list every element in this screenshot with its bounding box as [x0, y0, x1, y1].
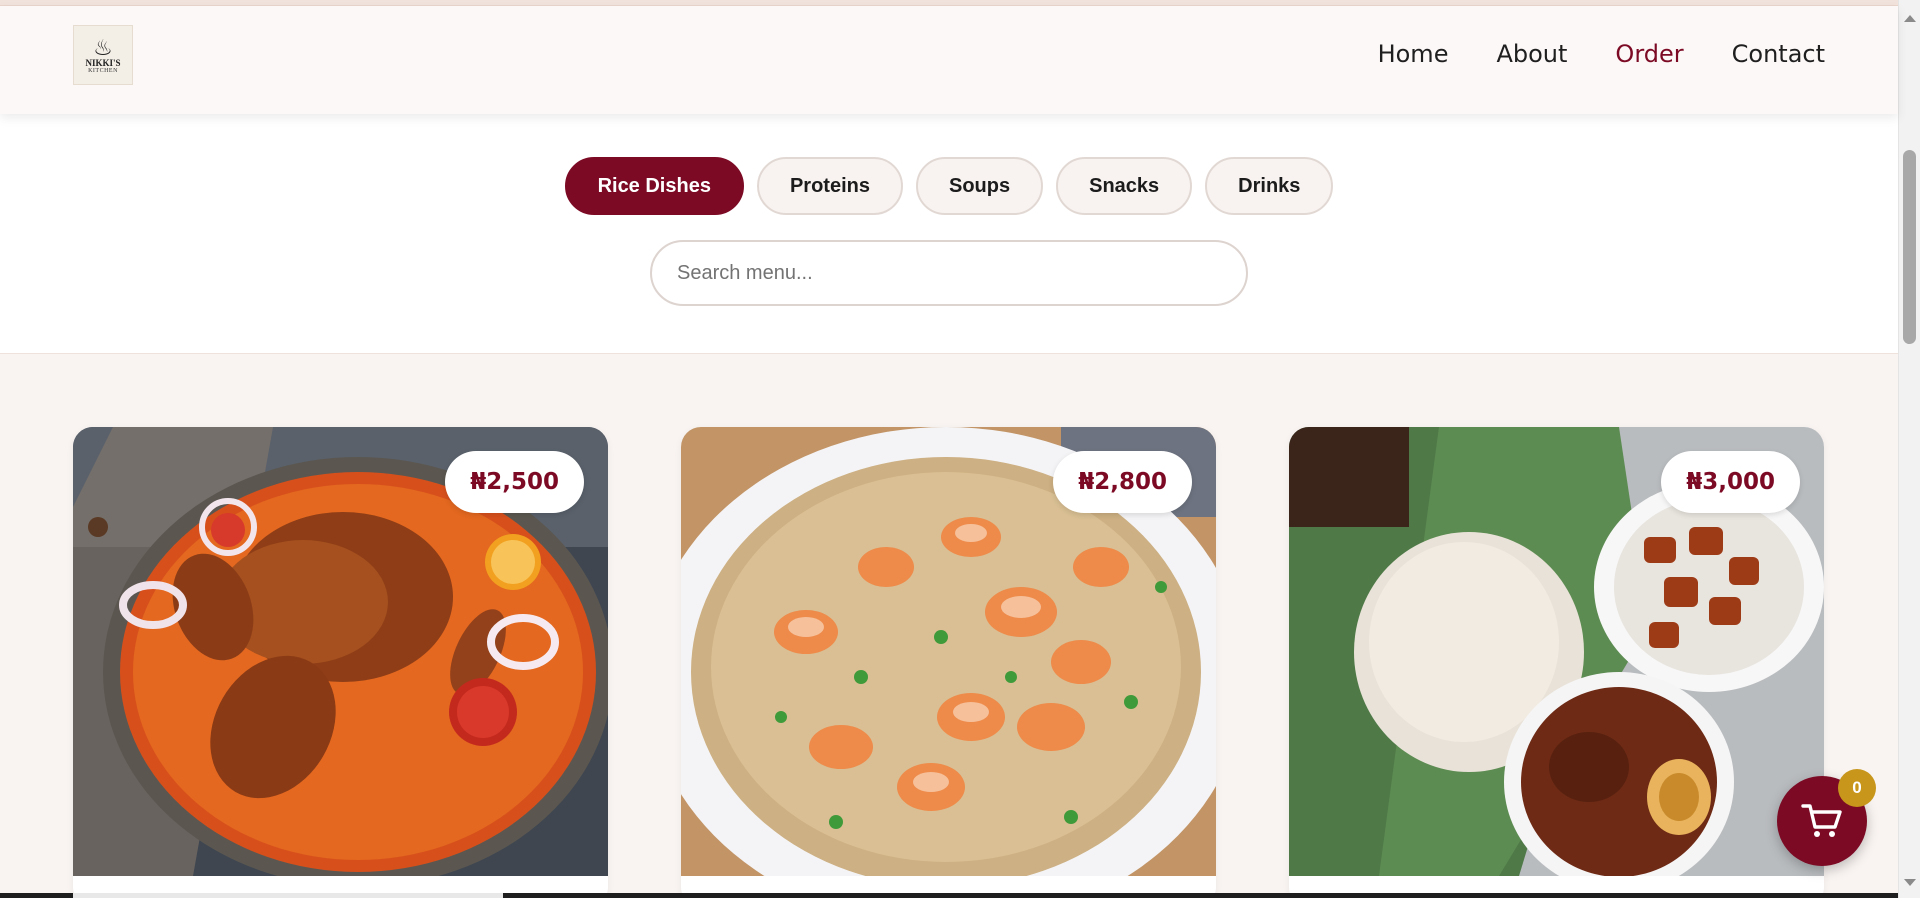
tab-soups[interactable]: Soups — [915, 157, 1044, 215]
nav-contact-link[interactable]: Contact — [1732, 40, 1825, 68]
logo-line1: NIKKI'S — [85, 57, 121, 68]
tab-proteins[interactable]: Proteins — [756, 157, 903, 215]
menu-filter-section: Rice Dishes Proteins Soups Snacks Drinks — [0, 114, 1898, 354]
nav-order-link[interactable]: Order — [1615, 40, 1683, 68]
search-input[interactable] — [650, 240, 1248, 306]
shopping-cart-icon — [1801, 804, 1842, 837]
card-footer-edge — [73, 893, 503, 898]
tab-snacks[interactable]: Snacks — [1056, 157, 1193, 215]
menu-card[interactable]: ₦2,800 — [681, 427, 1216, 898]
cart-count-badge: 0 — [1838, 769, 1876, 807]
main-nav: Home About Order Contact — [1378, 40, 1825, 68]
price-badge: ₦2,500 — [445, 451, 584, 513]
scroll-thumb[interactable] — [1903, 150, 1916, 344]
logo-line2: KITCHEN — [88, 67, 118, 74]
category-tabs: Rice Dishes Proteins Soups Snacks Drinks — [0, 157, 1898, 215]
vertical-scrollbar[interactable] — [1898, 0, 1920, 898]
chef-hat-icon: ♨ — [93, 34, 113, 60]
menu-grid: ₦2,500 ₦2,800 ₦3,000 — [73, 427, 1825, 898]
tab-drinks[interactable]: Drinks — [1205, 157, 1334, 215]
nav-home-link[interactable]: Home — [1378, 40, 1449, 68]
logo[interactable]: ♨ NIKKI'S KITCHEN — [73, 25, 133, 85]
nav-about-link[interactable]: About — [1496, 40, 1567, 68]
navbar: ♨ NIKKI'S KITCHEN Home About Order Conta… — [0, 6, 1898, 114]
price-badge: ₦2,800 — [1053, 451, 1192, 513]
price-badge: ₦3,000 — [1661, 451, 1800, 513]
menu-card[interactable]: ₦3,000 — [1289, 427, 1824, 898]
tab-rice-dishes[interactable]: Rice Dishes — [564, 157, 744, 215]
page: ♨ NIKKI'S KITCHEN Home About Order Conta… — [0, 0, 1920, 898]
menu-card[interactable]: ₦2,500 — [73, 427, 608, 898]
scroll-up-arrow-icon[interactable] — [1904, 15, 1916, 22]
scroll-down-arrow-icon[interactable] — [1904, 879, 1916, 886]
